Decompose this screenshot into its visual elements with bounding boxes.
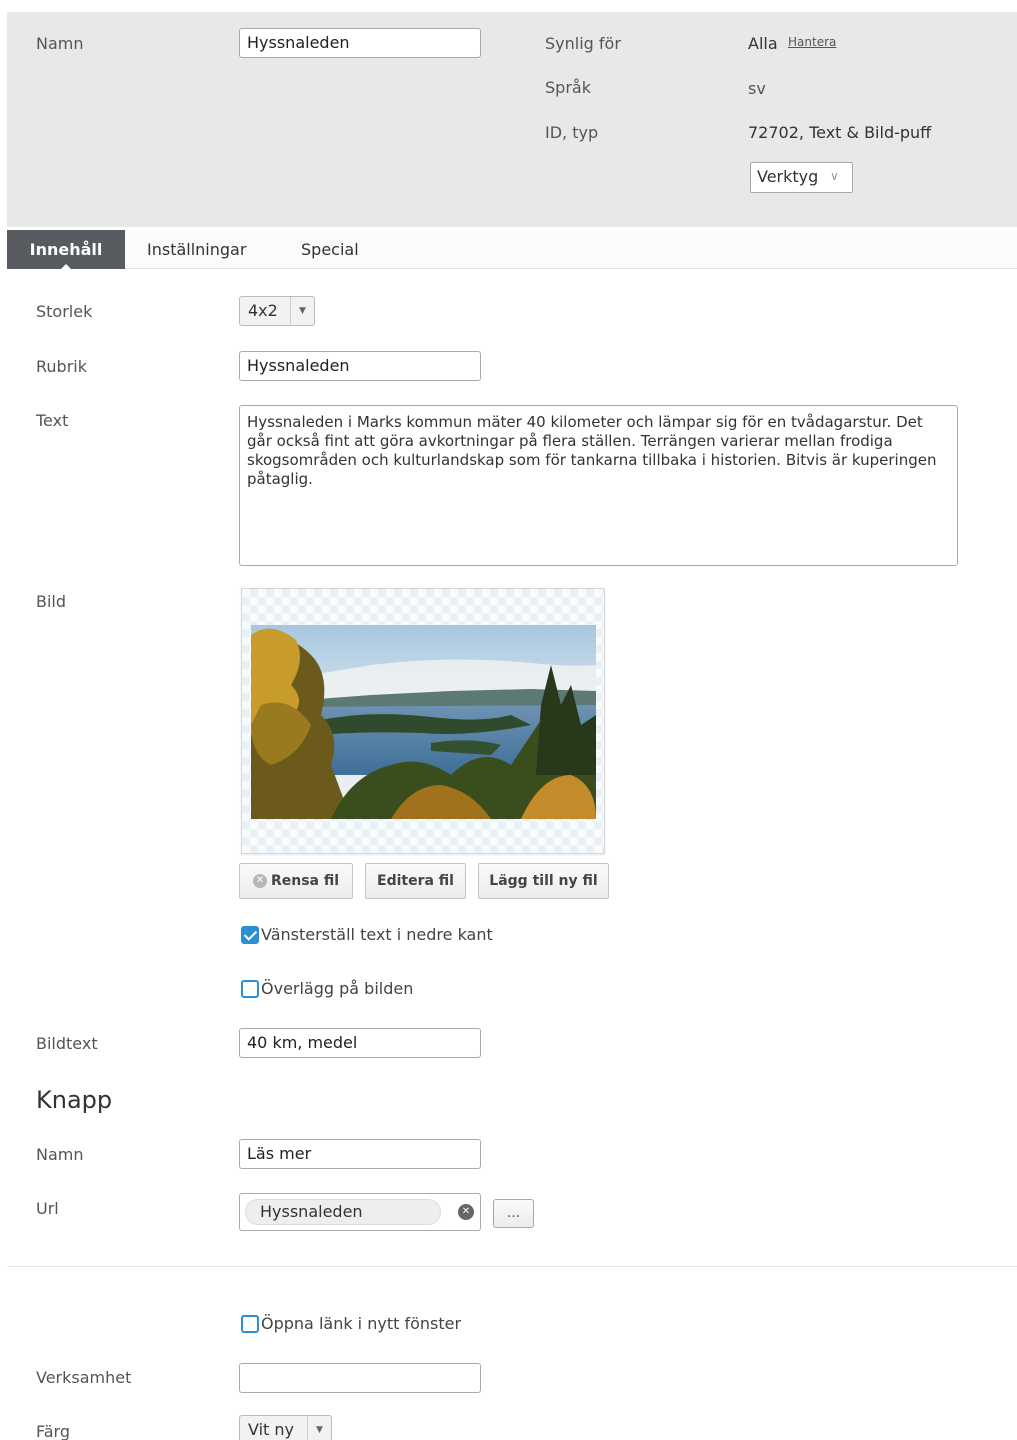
text-label: Text xyxy=(36,411,69,430)
name-input[interactable]: Hyssnaleden xyxy=(239,28,481,58)
button-section-title: Knapp xyxy=(36,1086,113,1114)
visible-for-value: Alla xyxy=(748,34,778,53)
color-select-value: Vit ny xyxy=(248,1420,295,1439)
browse-url-button[interactable]: ... xyxy=(493,1199,534,1228)
size-select[interactable]: 4x2 ▼ xyxy=(239,296,315,326)
chevron-down-icon: ∨ xyxy=(830,169,839,183)
visible-for-label: Synlig för xyxy=(545,34,621,53)
new-window-checkbox[interactable] xyxy=(241,1315,259,1333)
button-name-label: Namn xyxy=(36,1145,84,1164)
language-label: Språk xyxy=(545,78,591,97)
caption-label: Bildtext xyxy=(36,1034,98,1053)
tools-dropdown[interactable]: Verktyg ∨ xyxy=(750,162,853,193)
url-token: Hyssnaleden xyxy=(245,1199,441,1225)
new-window-label: Öppna länk i nytt fönster xyxy=(261,1314,462,1333)
name-label: Namn xyxy=(36,34,84,53)
caption-input[interactable]: 40 km, medel xyxy=(239,1028,481,1058)
properties-header xyxy=(7,12,1017,227)
tools-dropdown-label: Verktyg xyxy=(757,167,819,186)
color-select[interactable]: Vit ny ▼ xyxy=(239,1415,332,1440)
tab-special[interactable]: Special xyxy=(301,230,359,269)
align-text-label: Vänsterställ text i nedre kant xyxy=(261,925,493,944)
url-field[interactable]: Hyssnaleden ✕ xyxy=(239,1193,481,1231)
button-name-input[interactable]: Läs mer xyxy=(239,1139,481,1169)
tab-innehall[interactable]: Innehåll xyxy=(7,230,125,269)
clear-file-label: Rensa fil xyxy=(270,873,340,889)
size-label: Storlek xyxy=(36,302,93,321)
image-preview-frame xyxy=(241,588,605,854)
edit-file-button[interactable]: Editera fil xyxy=(365,863,466,899)
caret-down-icon: ▼ xyxy=(307,1416,331,1440)
caret-down-icon: ▼ xyxy=(290,297,314,325)
color-label: Färg xyxy=(36,1422,70,1440)
clear-file-button[interactable]: ✕ Rensa fil xyxy=(239,863,353,899)
id-type-value: 72702, Text & Bild-puff xyxy=(748,123,932,142)
url-label: Url xyxy=(36,1199,59,1218)
overlay-label: Överlägg på bilden xyxy=(261,979,414,998)
overlay-checkbox[interactable] xyxy=(241,980,259,998)
business-label: Verksamhet xyxy=(36,1368,132,1387)
id-type-label: ID, typ xyxy=(545,123,599,142)
clear-icon: ✕ xyxy=(252,874,267,888)
heading-label: Rubrik xyxy=(36,357,87,376)
manage-link[interactable]: Hantera xyxy=(788,35,836,49)
heading-input[interactable]: Hyssnaleden xyxy=(239,351,481,381)
size-select-value: 4x2 xyxy=(248,301,278,320)
add-file-button[interactable]: Lägg till ny fil xyxy=(478,863,609,899)
align-text-checkbox[interactable] xyxy=(241,926,259,944)
language-value: sv xyxy=(748,79,766,98)
landscape-image[interactable] xyxy=(251,625,596,819)
remove-url-icon[interactable]: ✕ xyxy=(458,1204,474,1220)
section-divider xyxy=(7,1266,1017,1267)
image-label: Bild xyxy=(36,592,67,611)
text-area[interactable]: Hyssnaleden i Marks kommun mäter 40 kilo… xyxy=(239,405,958,566)
business-input[interactable] xyxy=(239,1363,481,1393)
tab-installningar[interactable]: Inställningar xyxy=(147,230,246,269)
